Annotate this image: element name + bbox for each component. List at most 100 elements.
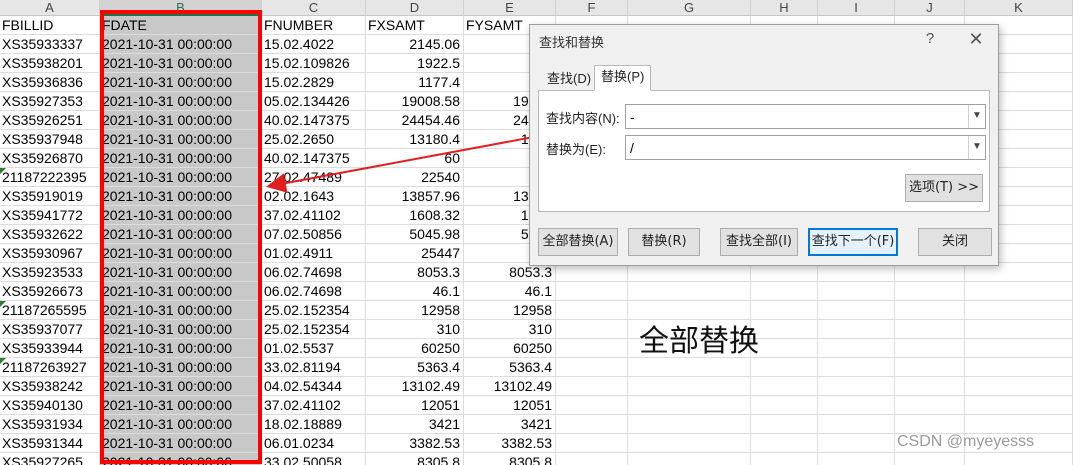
table-cell[interactable]: XS35926673 <box>0 282 100 301</box>
table-cell[interactable] <box>818 434 895 453</box>
table-cell[interactable]: 01.02.5537 <box>262 339 366 358</box>
table-cell[interactable] <box>818 396 895 415</box>
table-cell[interactable]: XS35938201 <box>0 54 100 73</box>
table-cell[interactable]: 2021-10-31 00:00:00 <box>100 225 262 244</box>
table-cell[interactable]: 33.02.50058 <box>262 453 366 465</box>
table-cell[interactable] <box>965 301 1073 320</box>
table-cell[interactable] <box>895 320 965 339</box>
table-cell[interactable]: 2021-10-31 00:00:00 <box>100 54 262 73</box>
table-cell[interactable]: 2021-10-31 00:00:00 <box>100 434 262 453</box>
table-cell[interactable] <box>895 453 965 465</box>
table-cell[interactable]: 02.02.1643 <box>262 187 366 206</box>
table-cell[interactable]: 2021-10-31 00:00:00 <box>100 73 262 92</box>
column-header-d[interactable]: D <box>366 0 464 16</box>
table-cell[interactable]: 1177.4 <box>366 73 464 92</box>
table-cell[interactable]: XS35933337 <box>0 35 100 54</box>
table-cell[interactable]: 60250 <box>464 339 556 358</box>
find-input[interactable] <box>626 105 985 128</box>
table-cell[interactable] <box>628 453 751 465</box>
table-cell[interactable]: 22540 <box>366 168 464 187</box>
find-combo[interactable]: ▼ <box>625 104 986 129</box>
column-header-h[interactable]: H <box>751 0 818 16</box>
table-cell[interactable]: 2021-10-31 00:00:00 <box>100 301 262 320</box>
table-cell[interactable] <box>895 282 965 301</box>
table-cell[interactable] <box>818 320 895 339</box>
table-cell[interactable]: 15.02.2829 <box>262 73 366 92</box>
column-header-f[interactable]: F <box>556 0 628 16</box>
table-cell[interactable] <box>965 282 1073 301</box>
column-header-k[interactable]: K <box>965 0 1073 16</box>
table-cell[interactable]: 21187265595 <box>0 301 100 320</box>
table-cell[interactable] <box>628 415 751 434</box>
table-cell[interactable]: 2021-10-31 00:00:00 <box>100 415 262 434</box>
column-header-b[interactable]: B <box>100 0 262 16</box>
table-cell[interactable] <box>628 282 751 301</box>
table-cell[interactable] <box>751 282 818 301</box>
table-cell[interactable]: XS35933944 <box>0 339 100 358</box>
replace-input[interactable] <box>626 136 985 159</box>
table-cell[interactable]: 60 <box>366 149 464 168</box>
table-cell[interactable]: 13102.49 <box>366 377 464 396</box>
table-cell[interactable] <box>818 453 895 465</box>
table-cell[interactable]: 2021-10-31 00:00:00 <box>100 358 262 377</box>
table-cell[interactable]: 21187263927 <box>0 358 100 377</box>
table-cell[interactable] <box>628 396 751 415</box>
table-cell[interactable] <box>965 320 1073 339</box>
table-cell[interactable]: XS35940130 <box>0 396 100 415</box>
table-cell[interactable]: 2021-10-31 00:00:00 <box>100 453 262 465</box>
table-cell[interactable]: 8053.3 <box>366 263 464 282</box>
table-cell[interactable] <box>751 396 818 415</box>
table-cell[interactable]: 5363.4 <box>464 358 556 377</box>
table-cell[interactable]: 13180.4 <box>366 130 464 149</box>
table-cell[interactable]: 04.02.54344 <box>262 377 366 396</box>
column-header-e[interactable]: E <box>464 0 556 16</box>
table-cell[interactable] <box>751 377 818 396</box>
table-cell[interactable]: 12051 <box>366 396 464 415</box>
table-cell[interactable]: XS35931934 <box>0 415 100 434</box>
options-button[interactable]: 选项(T) >> <box>905 174 983 202</box>
table-cell[interactable]: 8305.8 <box>366 453 464 465</box>
table-cell[interactable] <box>556 396 628 415</box>
table-cell[interactable]: 2021-10-31 00:00:00 <box>100 168 262 187</box>
table-cell[interactable]: XS35938242 <box>0 377 100 396</box>
chevron-down-icon[interactable]: ▼ <box>968 105 985 128</box>
tab-find[interactable]: 查找(D) <box>540 67 598 91</box>
table-cell[interactable] <box>556 415 628 434</box>
table-cell[interactable] <box>751 339 818 358</box>
table-cell[interactable]: 1922.5 <box>366 54 464 73</box>
table-cell[interactable]: 37.02.41102 <box>262 396 366 415</box>
table-cell[interactable]: XS35937948 <box>0 130 100 149</box>
table-cell[interactable] <box>965 396 1073 415</box>
table-cell[interactable] <box>818 301 895 320</box>
table-cell[interactable]: 19008.58 <box>366 92 464 111</box>
table-cell[interactable]: 46.1 <box>464 282 556 301</box>
field-header-cell[interactable]: FNUMBER <box>262 16 366 35</box>
table-cell[interactable]: 18.02.18889 <box>262 415 366 434</box>
table-cell[interactable]: 33.02.81194 <box>262 358 366 377</box>
table-cell[interactable]: XS35931344 <box>0 434 100 453</box>
table-cell[interactable] <box>556 320 628 339</box>
table-cell[interactable]: 5363.4 <box>366 358 464 377</box>
table-cell[interactable]: 2021-10-31 00:00:00 <box>100 35 262 54</box>
find-next-button[interactable]: 查找下一个(F) <box>808 228 898 256</box>
table-cell[interactable]: 12051 <box>464 396 556 415</box>
table-cell[interactable] <box>895 358 965 377</box>
table-cell[interactable]: 8305.8 <box>464 453 556 465</box>
table-cell[interactable]: 2021-10-31 00:00:00 <box>100 320 262 339</box>
column-header-c[interactable]: C <box>262 0 366 16</box>
table-cell[interactable] <box>751 358 818 377</box>
table-cell[interactable]: 25.02.152354 <box>262 320 366 339</box>
replace-combo[interactable]: ▼ <box>625 135 986 160</box>
table-cell[interactable] <box>965 339 1073 358</box>
table-cell[interactable] <box>818 377 895 396</box>
table-cell[interactable] <box>556 434 628 453</box>
table-cell[interactable]: 60250 <box>366 339 464 358</box>
table-cell[interactable]: 24454.46 <box>366 111 464 130</box>
table-cell[interactable] <box>556 339 628 358</box>
column-header-j[interactable]: J <box>895 0 965 16</box>
table-cell[interactable]: XS35941772 <box>0 206 100 225</box>
table-cell[interactable] <box>556 282 628 301</box>
field-header-cell[interactable]: FXSAMT <box>366 16 464 35</box>
table-cell[interactable] <box>556 377 628 396</box>
table-cell[interactable] <box>556 358 628 377</box>
